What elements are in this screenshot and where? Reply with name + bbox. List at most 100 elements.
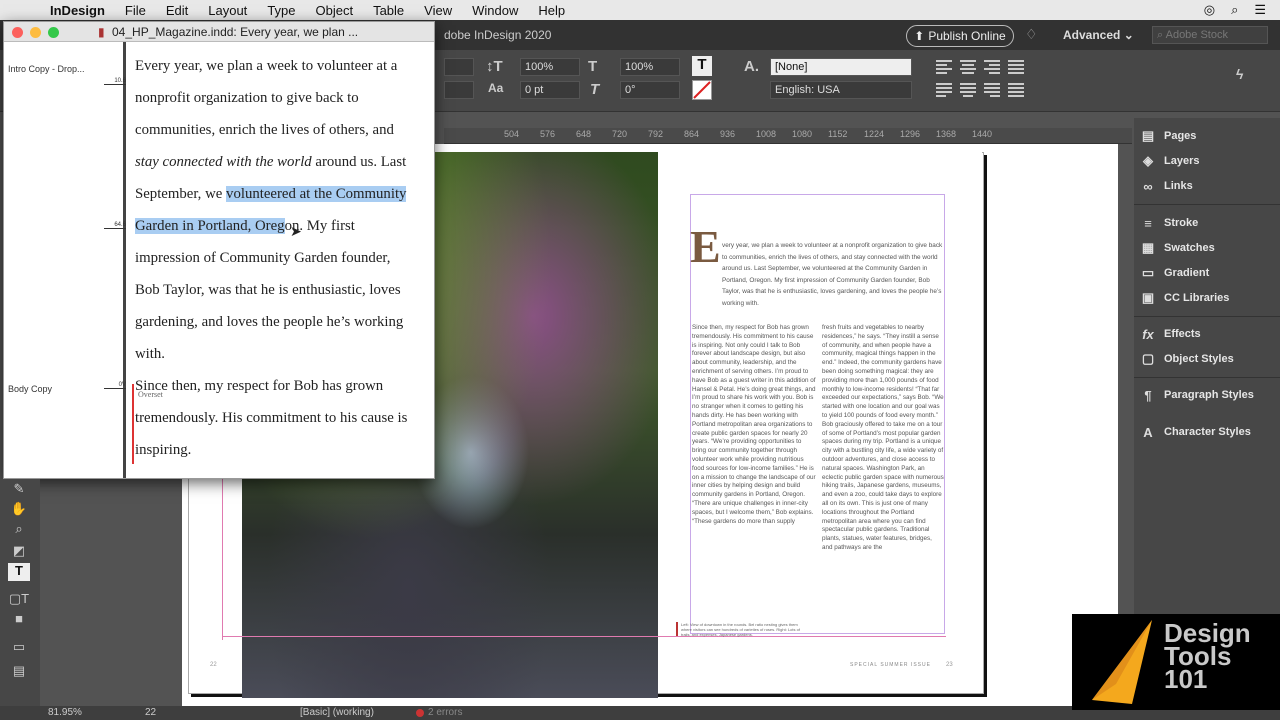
vertical-scale-field[interactable]: 100% [520,58,580,76]
zoom-tool-icon[interactable]: ⌕ [8,521,30,539]
control-center-icon[interactable]: ☰ [1254,2,1266,18]
formatting-affects-text-icon[interactable]: ▢T [8,591,30,609]
skew-field[interactable]: 0° [620,81,680,99]
menu-file[interactable]: File [115,3,156,18]
effects-icon: fx [1142,326,1154,342]
menu-table[interactable]: Table [363,3,414,18]
creative-cloud-icon[interactable]: ◎ [1204,2,1215,18]
publish-online-button[interactable]: ⬆ Publish Online [906,25,1014,47]
story-line: Every year, we plan a week to volunteer … [135,58,398,74]
lightbulb-icon[interactable]: ♢ [1025,26,1038,43]
stock-placeholder: Adobe Stock [1165,29,1228,41]
default-colors-icon[interactable]: ◩ [8,543,30,561]
layers-icon: ◈ [1143,153,1153,168]
panel-links[interactable]: ∞ Links [1140,176,1192,196]
baseline-shift-field[interactable]: 0 pt [520,81,580,99]
panel-stroke[interactable]: ≡ Stroke [1140,213,1198,233]
menu-type[interactable]: Type [257,3,305,18]
panel-swatches[interactable]: ▦ Swatches [1140,238,1215,258]
menu-help[interactable]: Help [528,3,575,18]
app-menu[interactable]: InDesign [40,3,115,18]
story-editor-window[interactable]: ▮ 04_HP_Magazine.indd: Every year, we pl… [3,21,435,479]
view-mode-icon[interactable]: ▤ [8,663,30,681]
story-text-area[interactable]: Every year, we plan a week to volunteer … [130,42,434,478]
justify-center-icon[interactable] [960,83,976,97]
justify-left-icon[interactable] [936,83,952,97]
object-styles-icon: ▢ [1141,351,1155,366]
menu-window[interactable]: Window [462,3,528,18]
baseline-shift-icon: Aa [488,81,504,95]
panel-gradient[interactable]: ▭ Gradient [1140,263,1209,283]
character-style-dropdown[interactable]: [None] [770,58,912,76]
text-fill-icon[interactable]: T [8,563,30,581]
hand-tool-icon[interactable]: ✋ [8,501,30,519]
panel-label: Swatches [1164,242,1215,254]
story-line: tremendously. His commitment to his caus… [135,410,408,426]
screen-mode-icon[interactable]: ▭ [8,639,30,657]
logo-line: 101 [1164,664,1208,694]
ruler-tick: 792 [648,129,664,139]
stroke-none-icon[interactable] [692,80,712,100]
story-line: gardening, and loves the people he’s wor… [135,314,404,330]
leading-field[interactable] [444,81,474,99]
story-line-rest: around us. Last [311,154,407,170]
workspace-switcher[interactable]: Advanced ⌄ [1063,28,1134,42]
menu-view[interactable]: View [414,3,462,18]
panel-pages[interactable]: ▤ Pages [1140,126,1197,146]
body-column-1[interactable]: Since then, my respect for Bob has grown… [692,324,816,584]
photo-caption[interactable]: Left: View of downtown in the rounds. Be… [676,622,802,637]
story-line: impression of Community Garden founder, [135,250,391,266]
style-label-intro[interactable]: Intro Copy - Drop... [8,64,85,74]
font-size-field[interactable] [444,58,474,76]
horizontal-scale-field[interactable]: 100% [620,58,680,76]
horizontal-ruler[interactable]: 504 576 648 720 792 864 936 1008 1080 11… [444,128,1132,144]
ruler-tick: 1152 [828,129,848,139]
justify-all-icon[interactable] [1008,83,1024,97]
body-column-2[interactable]: fresh fruits and vegetables to nearby re… [822,324,944,584]
panel-object-styles[interactable]: ▢ Object Styles [1140,349,1234,369]
minimize-icon[interactable] [30,27,41,38]
panel-label: Paragraph Styles [1164,389,1254,401]
apply-color-icon[interactable]: ■ [8,611,30,629]
align-right-icon[interactable] [984,60,1000,74]
story-line: with. [135,346,166,362]
preflight-errors[interactable]: 2 errors [428,707,462,718]
panel-layers[interactable]: ◈ Layers [1140,151,1199,171]
style-label-body[interactable]: Body Copy [8,384,52,394]
justify-icon[interactable] [1008,60,1024,74]
close-icon[interactable] [12,27,23,38]
fill-text-icon[interactable]: T [692,56,712,76]
search-icon[interactable]: ⌕ [1231,2,1238,18]
eyedropper-icon[interactable]: ✎ [8,481,30,499]
language-dropdown[interactable]: English: USA [770,81,912,99]
story-editor-titlebar[interactable]: ▮ 04_HP_Magazine.indd: Every year, we pl… [4,22,434,42]
ruler-tick: 720 [612,129,628,139]
story-line: nonprofit organization to give back to [135,90,359,106]
paper-plane-logo-icon [1092,620,1152,704]
zoom-icon[interactable] [48,27,59,38]
align-left-icon[interactable] [936,60,952,74]
selected-text[interactable]: volunteered at the Community [226,186,407,202]
menu-edit[interactable]: Edit [156,3,198,18]
zoom-level[interactable]: 81.95% [48,707,82,718]
ruler-tick: 1224 [864,129,885,139]
panel-label: Stroke [1164,217,1199,229]
horizontal-scale-icon: T [588,58,598,75]
ruler-tick: 1368 [936,129,957,139]
align-center-icon[interactable] [960,60,976,74]
selected-text[interactable]: Garden in Portland, Oreg [135,218,285,234]
panel-paragraph-styles[interactable]: ¶ Paragraph Styles [1140,385,1254,405]
menu-object[interactable]: Object [306,3,364,18]
panel-cc-libraries[interactable]: ▣ CC Libraries [1140,288,1230,308]
menu-layout[interactable]: Layout [198,3,257,18]
justify-right-icon[interactable] [984,83,1000,97]
page-number-field[interactable]: 22 [145,707,156,718]
preflight-profile[interactable]: [Basic] (working) [300,707,374,718]
adobe-stock-search[interactable]: ⌕ Adobe Stock [1152,26,1268,44]
chevron-down-icon: ⌄ [1123,28,1134,42]
intro-text-frame[interactable]: very year, we plan a week to volunteer a… [722,240,944,309]
story-line: stay connected with the world around us.… [135,154,406,171]
panel-character-styles[interactable]: A Character Styles [1140,422,1251,442]
panel-effects[interactable]: fx Effects [1140,324,1200,344]
lightning-icon[interactable]: ϟ [1236,66,1243,82]
